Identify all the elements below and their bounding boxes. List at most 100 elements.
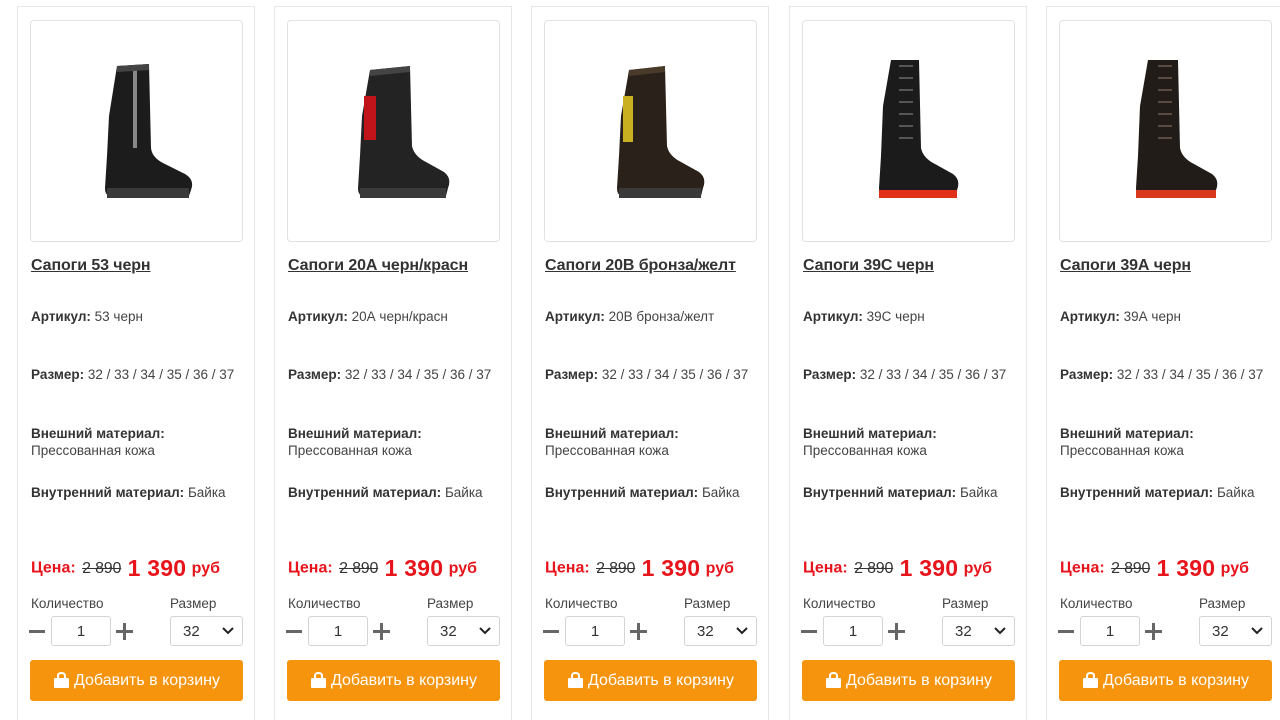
article-value: 20В бронза/желт [608, 309, 715, 324]
outer-material-value: Прессованная кожа [31, 443, 155, 458]
inner-material-row: Внутренний материал: Байка [545, 485, 740, 500]
plus-icon[interactable] [888, 623, 905, 640]
inner-material-value: Байка [187, 485, 226, 500]
product-card: Сапоги 39А черн Артикул: 39А черн Размер… [1046, 6, 1280, 720]
new-price: 1 390 [384, 555, 444, 581]
outer-material-value: Прессованная кожа [545, 443, 669, 458]
outer-material-row: Внешний материал: Прессованная кожа [31, 426, 165, 458]
plus-icon[interactable] [1145, 623, 1162, 640]
sizes-row: Размер: 32 / 33 / 34 / 35 / 36 / 37 [288, 367, 492, 382]
size-select[interactable]: 32 [1199, 616, 1272, 646]
new-price: 1 390 [641, 555, 701, 581]
currency: руб [705, 559, 734, 577]
inner-material-value: Байка [444, 485, 483, 500]
add-to-cart-button[interactable]: Добавить в корзину [30, 660, 243, 701]
sizes-row: Размер: 32 / 33 / 34 / 35 / 36 / 37 [545, 367, 749, 382]
article-value: 53 черн [94, 309, 143, 324]
quantity-label: Количество [545, 596, 618, 611]
new-price: 1 390 [1156, 555, 1216, 581]
sizes-row: Размер: 32 / 33 / 34 / 35 / 36 / 37 [1060, 367, 1264, 382]
shopping-bag-icon [1082, 672, 1098, 688]
product-image[interactable] [287, 20, 500, 242]
product-card: Сапоги 53 черн Артикул: 53 черн Размер: … [17, 6, 255, 720]
inner-material-value: Байка [701, 485, 740, 500]
boot-icon [878, 60, 958, 198]
size-select-label: Размер [427, 596, 474, 611]
price-block: Цена: 2 890 1 390 руб [1060, 555, 1249, 581]
plus-icon[interactable] [116, 623, 133, 640]
chevron-down-icon [222, 627, 234, 635]
price-block: Цена: 2 890 1 390 руб [545, 555, 734, 581]
inner-material-row: Внутренний материал: Байка [288, 485, 483, 500]
article-value: 39А черн [1123, 309, 1181, 324]
boot-icon [357, 66, 449, 198]
boot-icon [104, 64, 192, 198]
product-title-link[interactable]: Сапоги 20В бронза/желт [545, 257, 760, 275]
outer-material-row: Внешний материал: Прессованная кожа [545, 426, 679, 458]
product-image[interactable] [802, 20, 1015, 242]
currency: руб [191, 559, 220, 577]
size-select-label: Размер [1199, 596, 1246, 611]
quantity-input[interactable] [308, 616, 368, 646]
old-price: 2 890 [1111, 559, 1151, 577]
product-title-link[interactable]: Сапоги 39С черн [803, 257, 1018, 275]
new-price: 1 390 [899, 555, 959, 581]
inner-material-row: Внутренний материал: Байка [1060, 485, 1255, 500]
inner-material-row: Внутренний материал: Байка [803, 485, 998, 500]
shopping-bag-icon [567, 672, 583, 688]
chevron-down-icon [736, 627, 748, 635]
minus-icon[interactable] [1058, 630, 1074, 633]
old-price: 2 890 [339, 559, 379, 577]
minus-icon[interactable] [801, 630, 817, 633]
chevron-down-icon [994, 627, 1006, 635]
price-block: Цена: 2 890 1 390 руб [31, 555, 220, 581]
size-select[interactable]: 32 [170, 616, 243, 646]
quantity-input[interactable] [51, 616, 111, 646]
add-to-cart-button[interactable]: Добавить в корзину [802, 660, 1015, 701]
product-title-link[interactable]: Сапоги 39А черн [1060, 257, 1275, 275]
article-value: 20А черн/красн [351, 309, 448, 324]
article-row: Артикул: 53 черн [31, 309, 143, 324]
sizes-value: 32 / 33 / 34 / 35 / 36 / 37 [1116, 367, 1264, 382]
size-select-label: Размер [684, 596, 731, 611]
minus-icon[interactable] [29, 630, 45, 633]
chevron-down-icon [479, 627, 491, 635]
add-to-cart-button[interactable]: Добавить в корзину [544, 660, 757, 701]
product-card: Сапоги 39С черн Артикул: 39С черн Размер… [789, 6, 1027, 720]
sizes-value: 32 / 33 / 34 / 35 / 36 / 37 [87, 367, 235, 382]
minus-icon[interactable] [286, 630, 302, 633]
currency: руб [448, 559, 477, 577]
product-card: Сапоги 20В бронза/желт Артикул: 20В брон… [531, 6, 769, 720]
quantity-label: Количество [31, 596, 104, 611]
quantity-label: Количество [1060, 596, 1133, 611]
product-image[interactable] [1059, 20, 1272, 242]
add-to-cart-button[interactable]: Добавить в корзину [1059, 660, 1272, 701]
shopping-bag-icon [825, 672, 841, 688]
outer-material-row: Внешний материал: Прессованная кожа [803, 426, 937, 458]
plus-icon[interactable] [373, 623, 390, 640]
product-image[interactable] [544, 20, 757, 242]
shopping-bag-icon [53, 672, 69, 688]
size-select[interactable]: 32 [427, 616, 500, 646]
inner-material-value: Байка [1216, 485, 1255, 500]
sizes-value: 32 / 33 / 34 / 35 / 36 / 37 [344, 367, 492, 382]
article-row: Артикул: 20А черн/красн [288, 309, 448, 324]
size-select[interactable]: 32 [684, 616, 757, 646]
price-block: Цена: 2 890 1 390 руб [803, 555, 992, 581]
outer-material-value: Прессованная кожа [1060, 443, 1184, 458]
quantity-input[interactable] [823, 616, 883, 646]
product-title-link[interactable]: Сапоги 20А черн/красн [288, 257, 503, 275]
product-title-link[interactable]: Сапоги 53 черн [31, 257, 246, 275]
inner-material-value: Байка [959, 485, 998, 500]
size-select[interactable]: 32 [942, 616, 1015, 646]
add-to-cart-button[interactable]: Добавить в корзину [287, 660, 500, 701]
quantity-input[interactable] [565, 616, 625, 646]
plus-icon[interactable] [630, 623, 647, 640]
quantity-input[interactable] [1080, 616, 1140, 646]
product-image[interactable] [30, 20, 243, 242]
minus-icon[interactable] [543, 630, 559, 633]
old-price: 2 890 [596, 559, 636, 577]
price-block: Цена: 2 890 1 390 руб [288, 555, 477, 581]
product-grid: Сапоги 53 черн Артикул: 53 черн Размер: … [17, 6, 1280, 720]
old-price: 2 890 [854, 559, 894, 577]
